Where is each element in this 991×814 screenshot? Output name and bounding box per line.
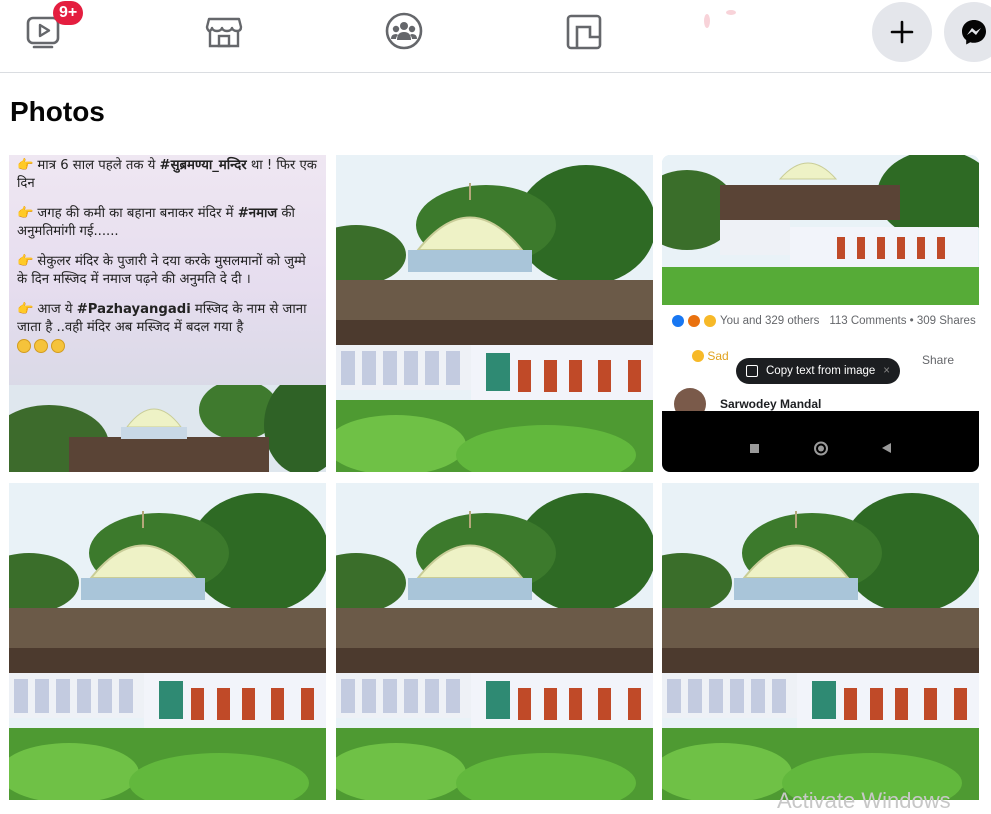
- copy-text-popup: Copy text from image ×: [736, 358, 901, 384]
- mosque-image: [336, 155, 653, 472]
- photo-tile[interactable]: You and 329 others 113 Comments • 309 Sh…: [662, 155, 979, 472]
- plus-icon: [890, 20, 914, 44]
- blurred-area: [704, 14, 710, 28]
- mosque-image: [9, 483, 326, 800]
- create-button[interactable]: [872, 2, 932, 62]
- gaming-icon[interactable]: [564, 10, 604, 52]
- sad-reaction-button: Sad: [692, 349, 729, 363]
- page-title: Photos: [10, 96, 105, 127]
- messenger-icon: [962, 20, 986, 45]
- photo-tile[interactable]: [662, 483, 979, 800]
- groups-icon[interactable]: [384, 10, 424, 52]
- share-label: Share: [922, 353, 955, 367]
- mosque-image: [9, 385, 326, 472]
- scan-icon: [746, 365, 758, 377]
- phone-navigation-bar: [662, 411, 979, 472]
- mosque-image: [662, 483, 979, 800]
- photo-tile[interactable]: [336, 483, 653, 800]
- photo-tile[interactable]: [9, 483, 326, 800]
- mosque-image: [662, 155, 979, 305]
- reactions-summary: You and 329 others 113 Comments • 309 Sh…: [672, 315, 976, 327]
- os-watermark: Activate Windows: [777, 788, 951, 813]
- messenger-button[interactable]: [944, 2, 991, 62]
- photo-tile[interactable]: 👉 मात्र 6 साल पहले तक ये #सुब्रमण्या_मन्द…: [9, 155, 326, 472]
- top-navigation-bar: 9+: [0, 0, 991, 73]
- like-reaction-icon: [672, 315, 684, 327]
- marketplace-icon[interactable]: [204, 10, 244, 52]
- mosque-image: [336, 483, 653, 800]
- angry-reaction-icon: [688, 315, 700, 327]
- sad-reaction-icon: [704, 315, 716, 327]
- notification-badge: 9+: [53, 1, 84, 25]
- close-icon: ×: [883, 365, 891, 377]
- blurred-area: [726, 10, 736, 15]
- photo-tile[interactable]: [336, 155, 653, 472]
